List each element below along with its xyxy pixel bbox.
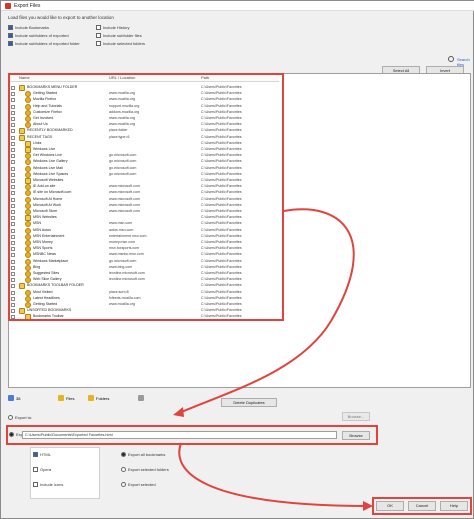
arrow-path-2	[178, 442, 370, 507]
annotation-arrows	[173, 208, 373, 511]
arrowhead-1	[173, 407, 184, 417]
export-dialog: Export Files Load files you would like t…	[0, 0, 474, 519]
arrowhead-2	[363, 501, 373, 511]
arrow-path-1	[178, 208, 355, 414]
